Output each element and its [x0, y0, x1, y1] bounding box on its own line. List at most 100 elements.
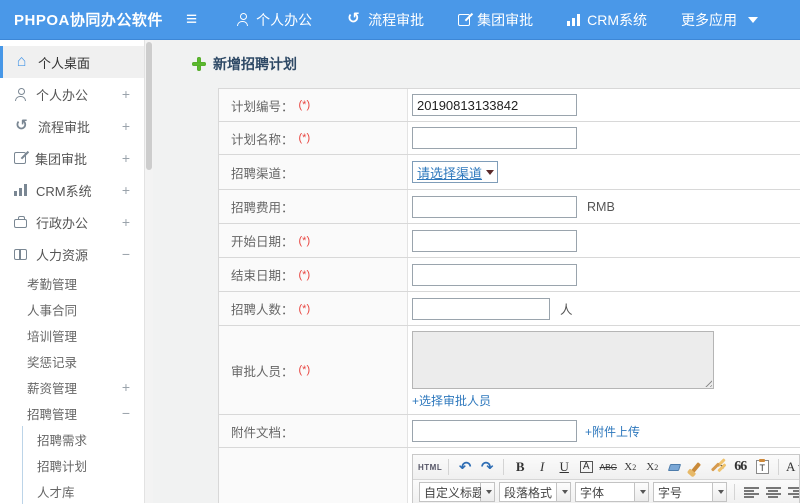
sidebar-item-attendance-mgmt[interactable]: 考勤管理 [0, 270, 144, 296]
field-label: 附件文档： [231, 425, 294, 440]
attachment-input[interactable] [412, 420, 577, 442]
bold-button[interactable]: B [510, 457, 530, 477]
home-icon [14, 55, 29, 70]
strikethrough-button[interactable]: ABC [598, 457, 618, 477]
redo-button[interactable]: ↷ [477, 457, 497, 477]
sidebar-item-recruitment-plan[interactable]: 招聘计划 [23, 452, 144, 478]
align-right-button[interactable] [785, 482, 799, 502]
required-mark: (*) [298, 364, 311, 376]
font-size-select[interactable]: 字号 [653, 482, 727, 502]
expand-icon[interactable]: + [122, 150, 130, 166]
custom-title-select[interactable]: 自定义标题 [419, 482, 495, 502]
subscript-button[interactable]: X2 [642, 457, 662, 477]
expand-icon[interactable]: + [122, 182, 130, 198]
font-family-select[interactable]: 字体 [575, 482, 649, 502]
sidebar-item-personal-desktop[interactable]: 个人桌面 [0, 46, 144, 78]
sidebar-item-workflow-approval[interactable]: 流程审批 + [0, 110, 144, 142]
menu-workflow-approval[interactable]: 流程审批 [329, 0, 441, 40]
expand-icon[interactable]: + [122, 118, 130, 134]
headcount-input[interactable] [412, 297, 550, 320]
undo-button[interactable]: ↶ [455, 457, 475, 477]
menu-label: 流程审批 [368, 11, 425, 28]
sidebar-item-reward-punishment[interactable]: 奖惩记录 [0, 348, 144, 374]
edit-icon [14, 152, 26, 164]
editor-toolbar-row-1: HTML ↶ ↷ B I U A ABC X2 X2 66 T A [413, 455, 799, 480]
italic-button[interactable]: I [532, 457, 552, 477]
field-input-cell: HTML ↶ ↷ B I U A ABC X2 X2 66 T A 自定义标题 … [408, 448, 800, 503]
attachment-row: 附件文档： +附件上传 [219, 415, 800, 448]
select-value: 请选择渠道 [417, 165, 483, 181]
align-center-button[interactable] [763, 482, 783, 502]
select-caret-button[interactable] [481, 482, 495, 502]
select-caret-button[interactable] [635, 482, 649, 502]
menu-crm-system[interactable]: CRM系统 [550, 0, 664, 40]
field-input-cell [408, 89, 800, 121]
select-caret-button[interactable] [557, 482, 571, 502]
recruitment-channel-select[interactable]: 请选择渠道 [412, 161, 499, 183]
chevron-down-icon [640, 490, 646, 494]
field-input-cell: 请选择渠道 [408, 155, 800, 189]
sidebar-item-hr-contract[interactable]: 人事合同 [0, 296, 144, 322]
auto-format-button[interactable] [708, 457, 728, 477]
required-mark: (*) [298, 302, 311, 315]
blockquote-button[interactable]: 66 [730, 457, 750, 477]
sidebar-item-admin-office[interactable]: 行政办公 + [0, 206, 144, 238]
collapse-icon[interactable]: − [122, 405, 130, 421]
start-date-input[interactable] [412, 229, 577, 252]
required-mark: (*) [298, 234, 311, 247]
topbar: PHPOA协同办公软件 ≡ 个人办公 流程审批 集团审批 CRM系统 更多应用 [0, 0, 800, 40]
font-color-button[interactable]: A [785, 457, 799, 477]
sidebar-item-recruitment-demand[interactable]: 招聘需求 [23, 426, 144, 452]
align-center-icon [765, 486, 781, 498]
sidebar-toggle-icon[interactable]: ≡ [186, 10, 197, 29]
sidebar-item-salary-mgmt[interactable]: 薪资管理 + [0, 374, 144, 400]
start-date-row: 开始日期： (*) [219, 224, 800, 258]
select-label: 字体 [575, 482, 635, 502]
sidebar-item-talent-pool[interactable]: 人才库 [23, 478, 144, 504]
underline-button[interactable]: U [554, 457, 574, 477]
menu-personal-office[interactable]: 个人办公 [219, 0, 329, 40]
plan-name-input[interactable] [412, 127, 577, 149]
sidebar-item-personal-office[interactable]: 个人办公 + [0, 78, 144, 110]
format-brush-button[interactable] [686, 457, 706, 477]
attachment-upload-link[interactable]: +附件上传 [585, 423, 640, 440]
paragraph-format-select[interactable]: 段落格式 [499, 482, 571, 502]
field-label-cell: 审批人员： (*) [219, 326, 408, 414]
menu-group-approval[interactable]: 集团审批 [441, 0, 550, 40]
select-caret-button[interactable] [713, 482, 727, 502]
top-menu: 个人办公 流程审批 集团审批 CRM系统 更多应用 [219, 0, 775, 40]
app-logo: PHPOA协同办公软件 [14, 12, 163, 29]
resize-handle[interactable] [703, 378, 712, 387]
collapse-icon[interactable]: − [122, 246, 130, 262]
sidebar-item-human-resources[interactable]: 人力资源 − [0, 238, 144, 270]
expand-icon[interactable]: + [122, 214, 130, 230]
end-date-input[interactable] [412, 263, 577, 286]
scrollbar-thumb[interactable] [146, 42, 152, 170]
sidebar-item-training-mgmt[interactable]: 培训管理 [0, 322, 144, 348]
content-editor-row: HTML ↶ ↷ B I U A ABC X2 X2 66 T A 自定义标题 … [219, 448, 800, 503]
sidebar-item-label: 招聘管理 [27, 407, 78, 422]
sidebar-item-crm-system[interactable]: CRM系统 + [0, 174, 144, 206]
expand-icon[interactable]: + [122, 379, 130, 395]
sidebar-item-label: 行政办公 [36, 215, 89, 231]
menu-more-apps[interactable]: 更多应用 [664, 0, 775, 40]
expand-icon[interactable]: + [122, 86, 130, 102]
sup-base: X [624, 461, 633, 473]
choose-approver-link[interactable]: +选择审批人员 [412, 392, 491, 409]
superscript-button[interactable]: X2 [620, 457, 640, 477]
field-input-cell [408, 122, 800, 154]
eraser-button[interactable] [664, 457, 684, 477]
sidebar-item-group-approval[interactable]: 集团审批 + [0, 142, 144, 174]
paste-text-button[interactable]: T [752, 457, 772, 477]
align-left-button[interactable] [741, 482, 761, 502]
approver-textarea[interactable] [412, 331, 714, 389]
font-style-button[interactable]: A [576, 457, 596, 477]
field-input-cell: +选择审批人员 [408, 326, 800, 414]
plan-number-input[interactable] [412, 94, 577, 116]
chevron-down-icon [720, 465, 727, 469]
plan-name-row: 计划名称： (*) [219, 122, 800, 155]
sidebar-item-recruitment-mgmt[interactable]: 招聘管理 − [0, 400, 144, 426]
recruitment-cost-input[interactable] [412, 195, 577, 218]
html-source-button[interactable]: HTML [418, 457, 442, 477]
sidebar-scrollbar[interactable] [145, 40, 153, 503]
